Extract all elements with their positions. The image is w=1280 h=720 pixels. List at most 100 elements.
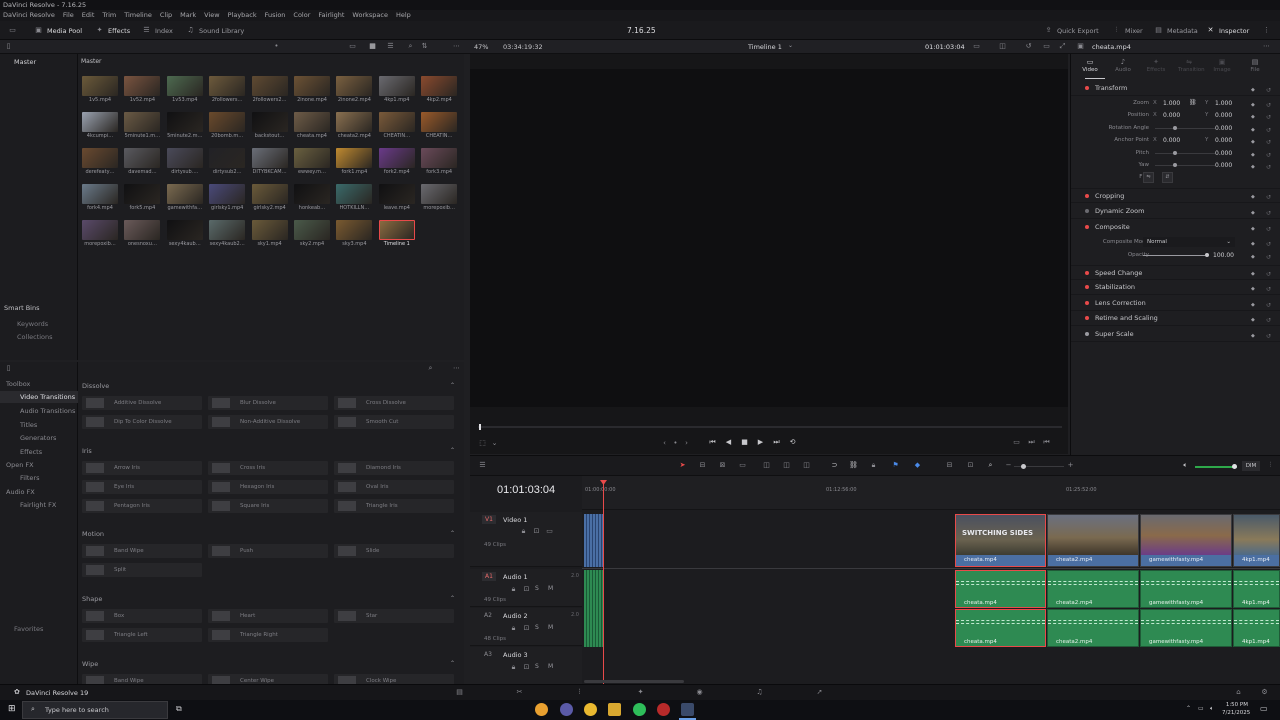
track-name[interactable]: Video 1 <box>503 516 527 524</box>
media-clip-thumbnail[interactable]: leave.mp4 <box>378 184 415 214</box>
media-clip-thumbnail[interactable]: fork2.mp4 <box>378 148 415 178</box>
media-clip-thumbnail[interactable]: onesnoxu… <box>124 220 161 250</box>
reset-icon[interactable]: ↺ <box>1266 226 1271 233</box>
compressed-video-clips[interactable] <box>584 514 603 567</box>
section-lens-correction[interactable]: Lens Correction <box>1071 296 1280 311</box>
transition-item[interactable]: Slide <box>334 544 454 558</box>
media-clip-thumbnail[interactable]: 2inone2.mp4 <box>336 76 373 106</box>
smart-bin-keywords[interactable]: Keywords <box>17 320 48 328</box>
go-to-start-icon[interactable]: ⏮ <box>708 438 717 447</box>
media-clip-thumbnail[interactable]: dirtysub.… <box>166 148 203 178</box>
discord-icon[interactable] <box>560 703 573 716</box>
audio-clip[interactable]: gamewithfasty.mp4 <box>1140 570 1232 608</box>
color-page-icon[interactable]: ◉ <box>695 688 704 697</box>
keyframe-icon[interactable]: ◆ <box>1251 127 1255 133</box>
prev-edit-icon[interactable]: ⏮ <box>1042 438 1051 447</box>
section-super-scale[interactable]: Super Scale <box>1071 327 1280 342</box>
volume-tray-icon[interactable]: 🔈︎ <box>1210 705 1214 713</box>
menu-view[interactable]: View <box>204 10 219 21</box>
menu-fairlight[interactable]: Fairlight <box>318 10 344 21</box>
keyframe-icon[interactable]: ◆ <box>1251 102 1255 108</box>
flag-icon[interactable]: ⚑ <box>891 461 900 470</box>
match-frame-icon[interactable]: ▭ <box>1012 438 1021 447</box>
media-clip-thumbnail[interactable]: honkeab… <box>294 184 330 214</box>
go-to-end-icon[interactable]: ⏭ <box>772 438 781 447</box>
titles-node[interactable]: Titles <box>20 421 37 429</box>
keyframe-icon[interactable]: ◆ <box>1251 152 1255 158</box>
collapse-chevron-icon[interactable]: ⌃ <box>450 382 455 389</box>
keyframe-icon[interactable]: ◆ <box>1251 317 1255 323</box>
smart-bin-collections[interactable]: Collections <box>17 333 53 341</box>
reset-icon[interactable]: ↺ <box>1266 164 1271 171</box>
media-clip-thumbnail[interactable]: morepoxib… <box>82 220 118 250</box>
audio-clip[interactable]: 4kp1.mp4 <box>1233 609 1280 647</box>
media-clip-thumbnail[interactable]: 1v53.mp4 <box>166 76 203 106</box>
toolbox-node[interactable]: Toolbox <box>6 380 30 388</box>
snapping-icon[interactable]: ⊃ <box>830 461 839 470</box>
media-clip-thumbnail[interactable]: girlsky2.mp4 <box>251 184 288 214</box>
replace-clip-icon[interactable]: ◫ <box>802 461 811 470</box>
reset-icon[interactable]: ↺ <box>1266 333 1271 340</box>
effects-button[interactable]: ✦ Effects <box>95 21 131 40</box>
reset-icon[interactable]: ↺ <box>1266 317 1271 324</box>
metadata-view-icon[interactable]: ☰ <box>386 42 395 51</box>
section-stabilization[interactable]: Stabilization <box>1071 280 1280 295</box>
deliver-page-icon[interactable]: ➚ <box>815 688 824 697</box>
sound-library-button[interactable]: ♫ Sound Library <box>186 21 244 40</box>
fusion-page-icon[interactable]: ✦ <box>636 688 645 697</box>
media-clip-thumbnail[interactable]: fork1.mp4 <box>336 148 373 178</box>
menu-trim[interactable]: Trim <box>102 10 116 21</box>
compressed-audio-clips[interactable] <box>584 570 603 647</box>
zoom-detail-icon[interactable]: ⊡ <box>966 461 975 470</box>
media-clip-thumbnail[interactable]: davemad… <box>124 148 161 178</box>
solo-button[interactable]: S <box>535 663 539 670</box>
yaw-value[interactable]: 0.000 <box>1215 162 1232 169</box>
track-name[interactable]: Audio 1 <box>503 573 528 581</box>
inspector-button[interactable]: ✕ Inspector <box>1206 21 1250 40</box>
track-name[interactable]: Audio 2 <box>503 612 528 620</box>
jog-dot-icon[interactable]: • <box>671 439 680 448</box>
menu-davinci[interactable]: DaVinci Resolve <box>3 10 55 21</box>
video-transitions-node[interactable]: Video Transitions <box>20 393 75 401</box>
enable-dot-icon[interactable] <box>1085 86 1089 90</box>
audio-clip[interactable]: cheata.mp4 <box>955 570 1046 608</box>
transition-item[interactable]: Dip To Color Dissolve <box>82 415 202 429</box>
dual-viewer-icon[interactable]: ▭ <box>1042 42 1051 51</box>
media-page-icon[interactable]: ▤ <box>455 688 464 697</box>
obs-icon[interactable] <box>657 703 670 716</box>
media-clip-thumbnail[interactable]: Timeline 1 <box>378 220 415 250</box>
cut-page-icon[interactable]: ✂ <box>515 688 524 697</box>
keyframe-icon[interactable]: ◆ <box>1251 333 1255 339</box>
next-edit-icon[interactable]: ⏭ <box>1027 438 1036 447</box>
timeline-selector[interactable]: Timeline 1 <box>748 43 782 51</box>
media-clip-thumbnail[interactable]: sky1.mp4 <box>251 220 288 250</box>
reset-icon[interactable]: ↺ <box>1266 127 1271 134</box>
media-clip-thumbnail[interactable]: CHEATIN… <box>421 112 458 142</box>
audio-clip[interactable]: gamewithfasty.mp4 <box>1140 609 1232 647</box>
dynamic-trim-icon[interactable]: ⊠ <box>718 461 727 470</box>
keyframe-icon[interactable]: ◆ <box>1251 164 1255 170</box>
lock-track-icon[interactable]: 🔒︎ <box>509 624 518 633</box>
dim-button[interactable]: DIM <box>1242 461 1260 471</box>
keyframe-icon[interactable]: ◆ <box>1251 302 1255 308</box>
transition-item[interactable]: Diamond Iris <box>334 461 454 475</box>
pitch-slider[interactable] <box>1155 153 1215 154</box>
media-clip-thumbnail[interactable]: DITYBKCAM… <box>251 148 288 178</box>
enable-dot-icon[interactable] <box>1085 285 1089 289</box>
transition-item[interactable]: Split <box>82 563 202 577</box>
mute-button[interactable]: M <box>548 624 553 631</box>
transition-item[interactable]: Triangle Right <box>208 628 328 642</box>
solo-button[interactable]: S <box>535 624 539 631</box>
reset-icon[interactable]: ↺ <box>1266 271 1271 278</box>
media-clip-thumbnail[interactable]: sky3.mp4 <box>336 220 373 250</box>
zoom-x-value[interactable]: 1.000 <box>1163 100 1180 107</box>
auto-select-icon[interactable]: ⊡ <box>522 585 531 594</box>
media-clip-thumbnail[interactable]: ewwey.m… <box>294 148 330 178</box>
video-clip[interactable]: gamewithfasty.mp4 <box>1140 514 1232 567</box>
media-clip-thumbnail[interactable]: fork4.mp4 <box>82 184 118 214</box>
rotation-value[interactable]: 0.000 <box>1215 125 1232 132</box>
trim-tool-icon[interactable]: ⊟ <box>698 461 707 470</box>
openfx-node[interactable]: Open FX <box>6 461 34 469</box>
video-clip[interactable]: 4kp1.mp4 <box>1233 514 1280 567</box>
anchor-x-value[interactable]: 0.000 <box>1163 137 1180 144</box>
